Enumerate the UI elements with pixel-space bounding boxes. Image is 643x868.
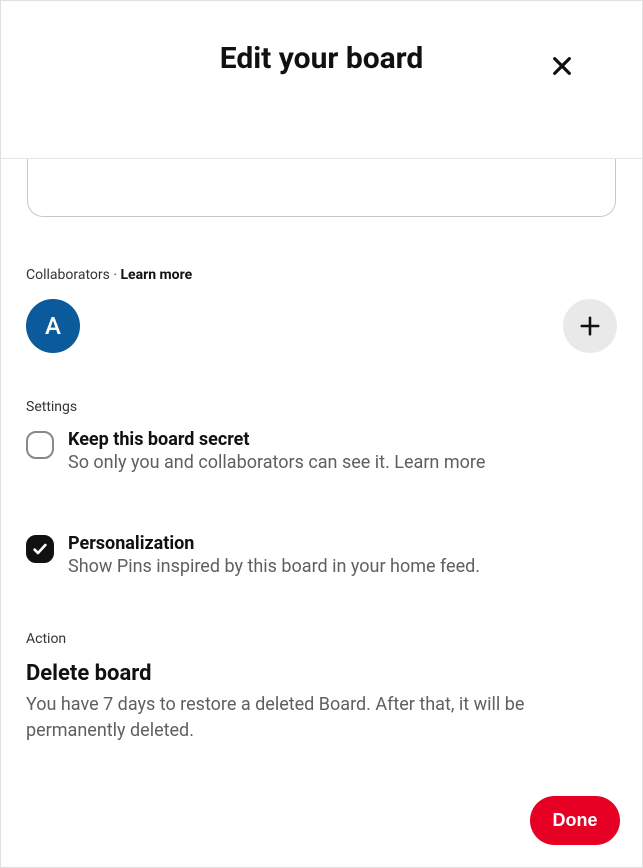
secret-desc-text: So only you and collaborators can see it… <box>68 452 394 473</box>
action-label: Action <box>26 631 617 647</box>
page-title: Edit your board <box>220 41 424 76</box>
modal-content: Collaborators · Learn more A Settings Ke… <box>1 159 642 743</box>
personalization-text: Personalization Show Pins inspired by th… <box>68 533 617 579</box>
collaborators-label-text: Collaborators <box>26 267 110 283</box>
add-collaborator-button[interactable] <box>563 299 617 353</box>
personalization-desc: Show Pins inspired by this board in your… <box>68 554 617 579</box>
secret-learn-more-link[interactable]: Learn more <box>394 452 485 473</box>
setting-personalization: Personalization Show Pins inspired by th… <box>26 533 617 579</box>
secret-text: Keep this board secret So only you and c… <box>68 429 617 475</box>
secret-desc: So only you and collaborators can see it… <box>68 450 617 475</box>
collaborators-row: A <box>26 299 617 353</box>
secret-title: Keep this board secret <box>68 429 617 450</box>
personalization-checkbox[interactable] <box>26 535 54 563</box>
setting-secret: Keep this board secret So only you and c… <box>26 429 617 475</box>
modal-header: Edit your board <box>1 1 642 159</box>
separator: · <box>110 267 121 283</box>
close-button[interactable] <box>547 51 577 81</box>
close-icon <box>551 55 573 77</box>
description-input[interactable] <box>27 159 616 217</box>
plus-icon <box>579 315 601 337</box>
settings-label: Settings <box>26 399 617 415</box>
check-icon <box>32 541 48 557</box>
secret-checkbox[interactable] <box>26 431 54 459</box>
collaborators-learn-more-link[interactable]: Learn more <box>120 267 192 283</box>
personalization-title: Personalization <box>68 533 617 554</box>
delete-board-desc: You have 7 days to restore a deleted Boa… <box>26 692 617 742</box>
avatar[interactable]: A <box>26 299 80 353</box>
done-button[interactable]: Done <box>530 796 620 845</box>
delete-board-button[interactable]: Delete board <box>26 661 617 686</box>
collaborators-label: Collaborators · Learn more <box>26 267 617 283</box>
